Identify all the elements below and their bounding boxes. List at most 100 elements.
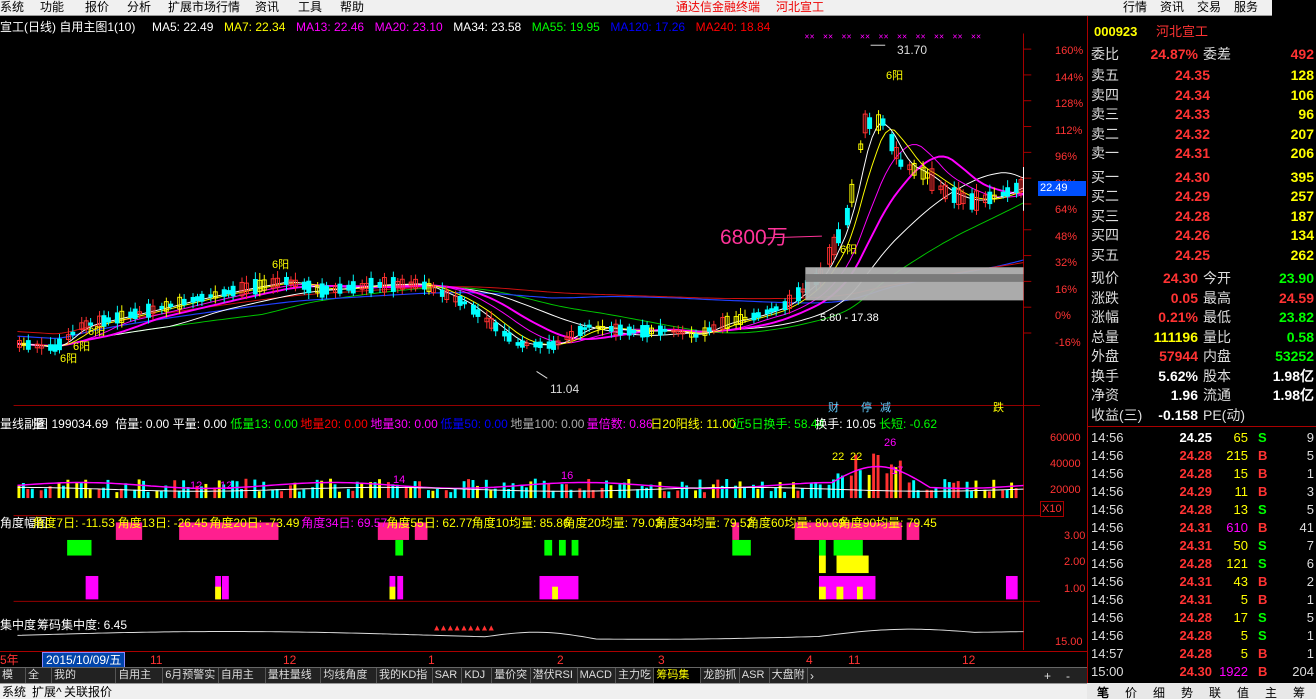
menu-function[interactable]: 功能 [40, 0, 64, 15]
window-controls [1272, 0, 1316, 16]
volume-bar [983, 489, 987, 499]
volume-bar [244, 478, 248, 499]
indicator-tab[interactable]: 自用主图1 [116, 668, 164, 696]
bid-label: 买五 [1091, 246, 1119, 263]
minus-icon[interactable]: - [1066, 669, 1070, 683]
kline-chart[interactable]: ×× ×× ×× ×× ×× ×× ×× ×× ×× ×× ▲▲▲▲▲▲▲▲▲ [0, 16, 1040, 650]
volume-header-item: 倍量: 0.00 [115, 417, 170, 431]
ask-row[interactable]: 卖四 24.34 106 [1088, 86, 1316, 105]
bid-row[interactable]: 买五 24.25 262 [1088, 246, 1316, 265]
tick-price: 24.28 [1179, 628, 1212, 643]
plus-icon[interactable]: + [1044, 669, 1051, 683]
bid-row[interactable]: 买四 24.26 134 [1088, 226, 1316, 245]
angle-header-item: 角度13日: -26.45 [117, 516, 208, 530]
right-tab[interactable]: 值 [1237, 684, 1249, 699]
indicator-tab[interactable]: 量价突破 [492, 668, 531, 696]
vol-peak-12a: 12 [190, 480, 203, 492]
indicator-tab[interactable]: MACD [578, 668, 616, 684]
right-tab[interactable]: 价 [1125, 684, 1137, 699]
volume-bar [297, 491, 301, 499]
stat-value: 111196 [1153, 328, 1198, 345]
indicator-tab[interactable]: 我的KD指标 [377, 668, 433, 696]
menu-news[interactable]: 资讯 [255, 0, 279, 15]
menu-analysis[interactable]: 分析 [127, 0, 151, 15]
price-axis-label: 64% [1055, 204, 1078, 216]
stat-row: 总量 111196 量比 0.58 [1088, 328, 1316, 347]
tick-price: 24.28 [1179, 448, 1212, 463]
indicator-tab[interactable]: 全部 [26, 668, 52, 696]
volume-bar [912, 480, 916, 499]
angle-signal-bottom [539, 575, 579, 600]
ask-row[interactable]: 卖五 24.35 128 [1088, 66, 1316, 85]
bid-volume: 187 [1290, 207, 1314, 224]
indicator-tab[interactable]: 均线角度幅图 [321, 668, 377, 696]
volume-bar [88, 489, 92, 499]
candle-body [626, 326, 632, 336]
stat-label-2: 今开 [1203, 270, 1231, 286]
bid-row[interactable]: 买一 24.30 395 [1088, 168, 1316, 187]
menu-system[interactable]: 系统 [0, 0, 24, 15]
menu-quote[interactable]: 报价 [85, 0, 109, 15]
bottom-extend[interactable]: 扩展^ [32, 685, 62, 699]
bid-row[interactable]: 买二 24.29 257 [1088, 187, 1316, 206]
bid-row[interactable]: 买三 24.28 187 [1088, 207, 1316, 226]
indicator-tab[interactable]: 大盘附图 [770, 668, 808, 696]
bottom-system[interactable]: 系统 [2, 685, 26, 699]
bottom-related-quote[interactable]: 关联报价 [64, 685, 112, 699]
volume-bar [769, 491, 773, 499]
candle-body [457, 295, 463, 306]
tab-scroll-right-icon[interactable]: › [810, 669, 814, 683]
right-tab[interactable]: 联 [1209, 684, 1221, 699]
menu-help[interactable]: 帮助 [340, 0, 364, 15]
indicator-tab[interactable]: 量柱量线副图 [266, 668, 322, 696]
ask-row[interactable]: 卖三 24.33 96 [1088, 105, 1316, 124]
indicator-tab[interactable]: SAR [433, 668, 463, 684]
yang-label-4: 6阳 [88, 326, 106, 338]
ask-row[interactable]: 卖一 24.31 206 [1088, 144, 1316, 163]
tick-flag: S [1258, 502, 1267, 517]
angle-header-item: 角度90均量: 79.45 [838, 516, 937, 530]
indicator-tab[interactable]: 龙韵抓涨 [701, 668, 740, 696]
event-tag-ting[interactable]: 停 [861, 401, 872, 415]
candle-body [52, 344, 58, 352]
news-button[interactable]: 资讯 [1160, 0, 1184, 15]
date-axis: 5年 2015/10/09/五 11 12 1 2 3 4 11 12 [0, 651, 1087, 668]
indicator-tab[interactable]: 我的MACD2 [52, 668, 117, 696]
right-tab[interactable]: 主 [1265, 684, 1277, 699]
ask-row[interactable]: 卖二 24.32 207 [1088, 125, 1316, 144]
volume-bar [1010, 482, 1014, 499]
candle-body [693, 333, 699, 338]
indicator-tab[interactable]: ASR [740, 668, 770, 684]
indicator-tab[interactable]: 主力吃货 [616, 668, 655, 696]
volume-bar [302, 489, 306, 499]
candle-body [377, 282, 383, 288]
indicator-tab[interactable]: 6月预警实验 [163, 668, 219, 696]
event-tag-die[interactable]: 跌 [993, 401, 1004, 415]
tick-time: 14:56 [1091, 430, 1124, 445]
right-tab[interactable]: 势 [1181, 684, 1193, 699]
indicator-tab[interactable]: 筹码集中度 [654, 668, 702, 696]
trade-button[interactable]: 交易 [1197, 0, 1221, 15]
indicator-tab[interactable]: KDJ [462, 668, 493, 684]
right-tab[interactable]: 细 [1153, 684, 1165, 699]
menu-bar: 系统 功能 报价 分析 扩展市场行情 资讯 工具 帮助 通达信金融终端 河北宣工… [0, 0, 1316, 16]
tick-volume: 43 [1233, 574, 1248, 589]
event-tag-jian[interactable]: 减 [880, 401, 891, 415]
menu-extended-market[interactable]: 扩展市场行情 [168, 0, 240, 15]
high-label: 31.70 [897, 43, 928, 57]
service-button[interactable]: 服务 [1234, 0, 1258, 15]
indicator-tab[interactable]: 潜伏RSI [531, 668, 578, 684]
stat-label-2: 量比 [1203, 328, 1231, 345]
candle-body [190, 296, 196, 303]
indicator-tab[interactable]: 模板 [0, 668, 26, 696]
quote-button[interactable]: 行情 [1123, 0, 1147, 15]
event-tag-cai[interactable]: 财 [828, 401, 839, 415]
volume-bar [418, 481, 422, 499]
tick-row: 14:56 24.29 11 B 3 [1088, 483, 1316, 501]
volume-bar [760, 481, 764, 499]
indicator-tab[interactable]: 自用主图2 [219, 668, 266, 696]
right-tab[interactable]: 笔 [1097, 684, 1109, 699]
quote-title: 000923 河北宣工 [1088, 24, 1316, 42]
menu-tools[interactable]: 工具 [298, 0, 322, 15]
right-tab[interactable]: 筹 [1293, 684, 1305, 699]
